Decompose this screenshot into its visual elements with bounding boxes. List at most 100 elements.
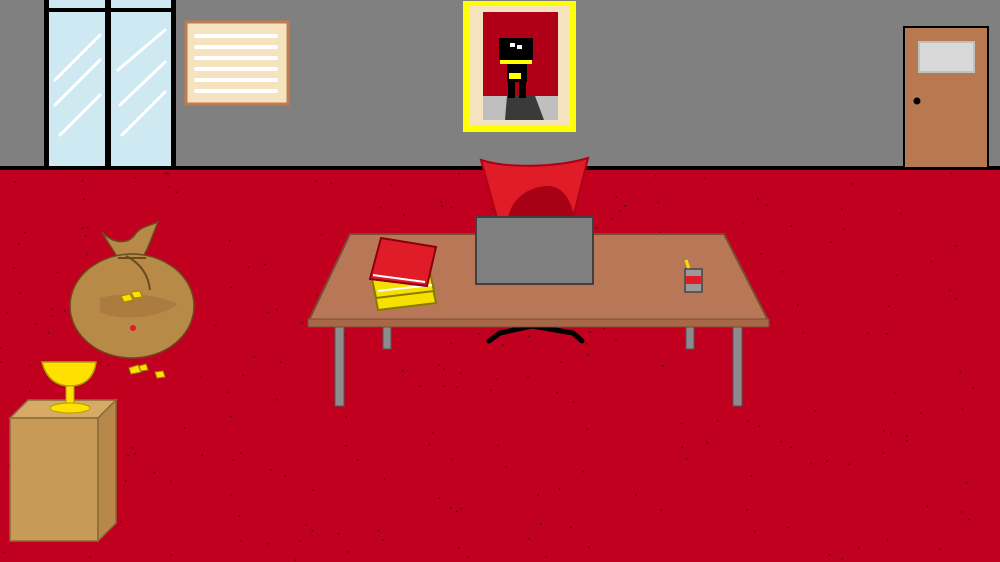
book-stack[interactable]	[368, 236, 438, 312]
floor-speckle	[572, 401, 575, 403]
floor-speckle	[955, 298, 957, 300]
floor-speckle	[86, 253, 88, 256]
floor-speckle	[380, 207, 382, 209]
floor-speckle	[264, 263, 266, 266]
floor-speckle	[443, 385, 445, 387]
floor-speckle	[460, 507, 462, 510]
floor-speckle	[320, 233, 323, 236]
floor-speckle	[403, 214, 405, 216]
floor-speckle	[314, 180, 317, 182]
floor-speckle	[790, 225, 793, 227]
floor-speckle	[0, 346, 2, 349]
floor-speckle	[635, 493, 637, 496]
floor-speckle	[449, 507, 452, 509]
floor-speckle	[490, 389, 492, 392]
floor-speckle	[451, 458, 453, 461]
floor-speckle	[402, 369, 404, 372]
floor-speckle	[537, 494, 539, 496]
floor-speckle	[35, 322, 37, 325]
floor-speckle	[82, 198, 85, 200]
floor-speckle	[89, 556, 91, 558]
floor-speckle	[168, 186, 171, 188]
floor-speckle	[662, 365, 664, 367]
floor-speckle	[685, 458, 688, 460]
window[interactable]	[44, 0, 176, 168]
floor-speckle	[841, 208, 843, 210]
floor-speckle	[502, 344, 504, 346]
floor-speckle	[345, 416, 347, 419]
laptop[interactable]	[475, 216, 594, 285]
floor-speckle	[440, 201, 442, 203]
floor-speckle	[758, 425, 761, 427]
floor-speckle	[810, 463, 812, 465]
floor-speckle	[780, 440, 782, 443]
floor-speckle	[456, 386, 458, 389]
floor-speckle	[201, 454, 203, 456]
floor-speckle	[920, 412, 922, 414]
floor-speckle	[851, 183, 853, 185]
floor-speckle	[828, 554, 831, 556]
floor-speckle	[680, 423, 683, 425]
floor-speckle	[345, 445, 347, 447]
floor-speckle	[787, 526, 789, 529]
floor-speckle	[743, 223, 745, 225]
floor-speckle	[240, 540, 242, 542]
floor-speckle	[750, 475, 753, 478]
floor-speckle	[301, 321, 303, 324]
floor-speckle	[707, 442, 709, 445]
floor-speckle	[29, 390, 31, 393]
floor-speckle	[438, 364, 440, 366]
floor-speckle	[450, 342, 453, 344]
floor-speckle	[47, 332, 50, 334]
floor-speckle	[939, 548, 941, 550]
floor-speckle	[125, 479, 127, 482]
floor-speckle	[497, 444, 500, 447]
floor-speckle	[888, 305, 890, 308]
notice-board[interactable]	[184, 20, 290, 106]
floor-speckle	[183, 427, 186, 429]
floor-speckle	[0, 361, 2, 363]
floor-speckle	[589, 331, 591, 333]
floor-speckle	[120, 520, 122, 523]
floor-speckle	[466, 556, 469, 558]
floor-speckle	[443, 368, 445, 370]
floor-speckle	[56, 271, 59, 274]
floor-speckle	[930, 260, 932, 263]
floor-speckle	[458, 547, 460, 549]
floor-speckle	[790, 446, 792, 449]
floor-speckle	[705, 441, 708, 443]
cardboard-box[interactable]	[8, 398, 118, 543]
floor-speckle	[797, 304, 799, 306]
floor-speckle	[428, 443, 431, 446]
portrait[interactable]	[463, 1, 576, 132]
floor-speckle	[382, 539, 384, 541]
floor-speckle	[81, 227, 84, 230]
floor-speckle	[14, 181, 16, 183]
floor-speckle	[346, 551, 349, 553]
floor-speckle	[802, 331, 805, 334]
floor-speckle	[890, 432, 893, 435]
floor-speckle	[107, 364, 109, 367]
floor-speckle	[432, 432, 434, 434]
floor-speckle	[230, 286, 232, 289]
floor-speckle	[458, 173, 460, 175]
floor-speckle	[81, 180, 84, 182]
floor-speckle	[611, 218, 613, 220]
door[interactable]	[903, 26, 989, 169]
floor-speckle	[883, 430, 885, 432]
floor-speckle	[704, 177, 706, 180]
floor-speckle	[24, 231, 26, 234]
floor-speckle	[858, 547, 860, 550]
floor-speckle	[170, 554, 172, 556]
floor-speckle	[253, 356, 255, 358]
floor-speckle	[87, 226, 89, 229]
office-scene	[0, 0, 1000, 562]
floor-speckle	[127, 454, 129, 457]
floor-speckle	[896, 274, 898, 277]
floor-speckle	[438, 497, 441, 499]
floor-speckle	[419, 385, 421, 387]
floor-speckle	[603, 327, 605, 330]
floor-speckle	[830, 241, 832, 243]
floor-speckle	[441, 205, 443, 207]
floor-speckle	[18, 242, 20, 245]
